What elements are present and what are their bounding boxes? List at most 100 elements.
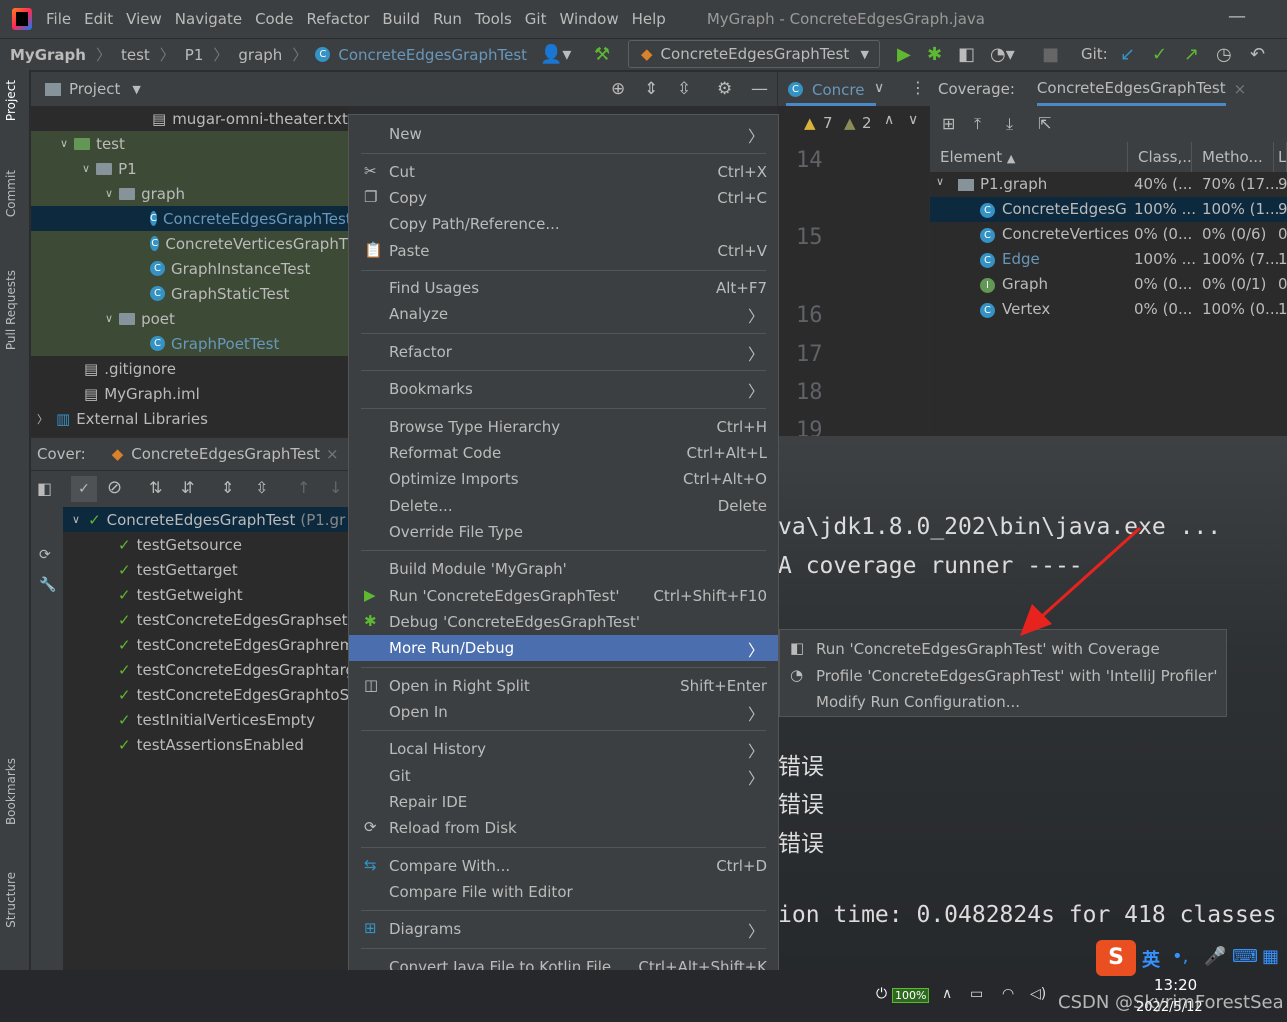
menu-item-more-run-debug[interactable]: More Run/Debug 〉: [349, 635, 778, 661]
show-ignored-icon[interactable]: ⊘: [107, 477, 122, 498]
chevron-down-icon[interactable]: ▼: [132, 83, 140, 96]
tree-item-external-libraries[interactable]: 〉 ▥ External Libraries: [37, 406, 208, 431]
camera-icon[interactable]: ⟳: [39, 547, 51, 563]
menu-window[interactable]: Window: [559, 10, 618, 28]
tree-item-graph-poet-test[interactable]: C GraphPoetTest: [150, 331, 279, 356]
modify-run-configuration-item[interactable]: Modify Run Configuration...: [780, 689, 1226, 715]
close-icon[interactable]: ×: [326, 445, 339, 463]
tree-item-gitignore[interactable]: ▤ .gitignore: [84, 356, 176, 381]
menu-item-local-history[interactable]: Local History 〉: [349, 736, 778, 762]
menu-item-reload-from-disk[interactable]: ⟳ Reload from Disk: [349, 815, 778, 841]
menu-edit[interactable]: Edit: [84, 10, 113, 28]
breadcrumb-test[interactable]: test: [121, 46, 150, 64]
tree-item-mygraph-iml[interactable]: ▤ MyGraph.iml: [84, 381, 200, 406]
breadcrumb-class[interactable]: ConcreteEdgesGraphTest: [338, 46, 527, 64]
test-result-item[interactable]: ✓ testConcreteEdgesGraphrem: [118, 632, 348, 657]
grid-icon[interactable]: ▦: [1262, 946, 1279, 967]
collapse-all-icon[interactable]: ⇳: [255, 478, 268, 497]
menu-item-override-file-type[interactable]: Override File Type: [349, 519, 778, 545]
debug-icon[interactable]: ✱: [927, 44, 942, 65]
microphone-icon[interactable]: 🎤: [1204, 946, 1226, 967]
coverage-row[interactable]: C Edge 100% ... 100% (7... 1: [930, 247, 1287, 272]
arrow-up-icon[interactable]: ↑: [297, 478, 310, 497]
column-header-method[interactable]: Metho...: [1192, 142, 1274, 172]
punctuation-icon[interactable]: •,: [1172, 946, 1188, 967]
menu-tools[interactable]: Tools: [475, 10, 512, 28]
rerun-coverage-icon[interactable]: ◧: [37, 479, 52, 498]
run-with-coverage-item[interactable]: ◧ Run 'ConcreteEdgesGraphTest' with Cover…: [780, 636, 1226, 662]
tree-item-graph[interactable]: ∨ graph: [105, 181, 185, 206]
menu-file[interactable]: File: [46, 10, 71, 28]
menu-item-open-in[interactable]: Open In 〉: [349, 699, 778, 725]
tree-item-p1[interactable]: ∨ P1: [82, 156, 137, 181]
menu-item-reformat-code[interactable]: Reformat Code Ctrl+Alt+L: [349, 440, 778, 466]
expand-all-icon[interactable]: ⇕: [221, 478, 234, 497]
chevron-down-icon[interactable]: ∨: [908, 112, 918, 128]
column-header-line[interactable]: L: [1274, 142, 1287, 172]
project-panel-title[interactable]: Project: [69, 80, 120, 98]
warning-icon[interactable]: ▲: [804, 114, 816, 132]
git-update-icon[interactable]: ↙: [1120, 44, 1135, 65]
column-header-class[interactable]: Class,...: [1128, 142, 1192, 172]
show-passed-icon[interactable]: ✓: [71, 476, 97, 502]
tool-tab-structure[interactable]: Structure: [4, 872, 18, 928]
menu-item-compare-file-with-editor[interactable]: Compare File with Editor: [349, 879, 778, 905]
coverage-row[interactable]: C ConcreteEdgesGr 100% ... 100% (1... 9: [930, 197, 1287, 222]
sort-duration-icon[interactable]: ⇵: [181, 478, 194, 497]
tree-item-concrete-edges-graph-test[interactable]: C ConcreteEdgesGraphTest: [150, 206, 348, 231]
arrow-down-icon[interactable]: ↓: [329, 478, 342, 497]
wrench-icon[interactable]: 🔧: [39, 577, 56, 593]
test-result-item[interactable]: ✓ testGetsource: [118, 532, 348, 557]
chevron-up-icon[interactable]: ∧: [942, 986, 952, 1002]
menu-item-delete[interactable]: Delete... Delete: [349, 493, 778, 519]
keyboard-icon[interactable]: ⌨: [1232, 946, 1258, 967]
chevron-up-icon[interactable]: ∧: [884, 112, 894, 128]
menu-item-run-concreteedgesgraphtest[interactable]: ▶ Run 'ConcreteEdgesGraphTest' Ctrl+Shift+…: [349, 583, 778, 609]
menu-code[interactable]: Code: [255, 10, 293, 28]
tool-tab-pull-requests[interactable]: Pull Requests: [4, 270, 18, 350]
test-result-item[interactable]: ✓ testAssertionsEnabled: [118, 732, 348, 757]
menu-build[interactable]: Build: [382, 10, 420, 28]
menu-refactor[interactable]: Refactor: [306, 10, 369, 28]
profiler-icon[interactable]: ◔▾: [990, 44, 1015, 65]
coverage-row[interactable]: C Vertex 0% (0... 100% (0... 1: [930, 297, 1287, 322]
tree-item-concrete-vertices-graph-test[interactable]: C ConcreteVerticesGraphT: [150, 231, 348, 256]
column-header-element[interactable]: Element ▲: [930, 142, 1128, 172]
menu-item-cut[interactable]: ✂ Cut Ctrl+X: [349, 159, 778, 185]
tree-item-txt-file[interactable]: ▤ mugar-omni-theater.txt: [152, 106, 348, 131]
collapse-all-icon[interactable]: ⇳: [677, 79, 691, 99]
test-result-item[interactable]: ✓ testConcreteEdgesGraphtarg: [118, 657, 348, 682]
menu-git[interactable]: Git: [525, 10, 547, 28]
chevron-down-icon[interactable]: ∨: [874, 80, 884, 96]
menu-item-bookmarks[interactable]: Bookmarks 〉: [349, 376, 778, 402]
tree-item-test[interactable]: ∨ test: [60, 131, 125, 156]
sogou-ime-icon[interactable]: S: [1096, 940, 1136, 976]
test-result-item[interactable]: ✓ testConcreteEdgesGraphtoS: [118, 682, 348, 707]
menu-item-refactor[interactable]: Refactor 〉: [349, 339, 778, 365]
export-icon[interactable]: ⇱: [1038, 114, 1051, 133]
close-icon[interactable]: ×: [1234, 80, 1247, 98]
test-result-item[interactable]: ✓ testInitialVerticesEmpty: [118, 707, 348, 732]
minimize-icon[interactable]: —: [1228, 6, 1246, 27]
battery-indicator[interactable]: 100%: [892, 988, 930, 1003]
tool-tab-project[interactable]: Project: [4, 80, 18, 121]
menu-help[interactable]: Help: [632, 10, 666, 28]
tree-item-graph-static-test[interactable]: C GraphStaticTest: [150, 281, 289, 306]
more-icon[interactable]: ⋮: [910, 78, 926, 97]
menu-item-browse-type-hierarchy[interactable]: Browse Type Hierarchy Ctrl+H: [349, 414, 778, 440]
menu-item-git[interactable]: Git 〉: [349, 763, 778, 789]
menu-item-analyze[interactable]: Analyze 〉: [349, 301, 778, 327]
menu-item-new[interactable]: New 〉: [349, 121, 778, 147]
history-icon[interactable]: ◷: [1216, 44, 1232, 65]
coverage-row[interactable]: C ConcreteVertices 0% (0... 0% (0/6) 0: [930, 222, 1287, 247]
tree-item-poet[interactable]: ∨ poet: [105, 306, 175, 331]
navigate-up-icon[interactable]: ⤒: [974, 114, 981, 134]
menu-item-copy[interactable]: ❐ Copy Ctrl+C: [349, 185, 778, 211]
volume-icon[interactable]: ◁): [1030, 986, 1046, 1002]
ime-language[interactable]: 英: [1142, 946, 1160, 972]
tool-tab-bookmarks[interactable]: Bookmarks: [4, 758, 18, 825]
menu-view[interactable]: View: [126, 10, 162, 28]
menu-item-diagrams[interactable]: ⊞ Diagrams 〉: [349, 916, 778, 942]
rollback-icon[interactable]: ↶: [1250, 44, 1265, 65]
test-result-item[interactable]: ✓ testConcreteEdgesGraphset: [118, 607, 348, 632]
